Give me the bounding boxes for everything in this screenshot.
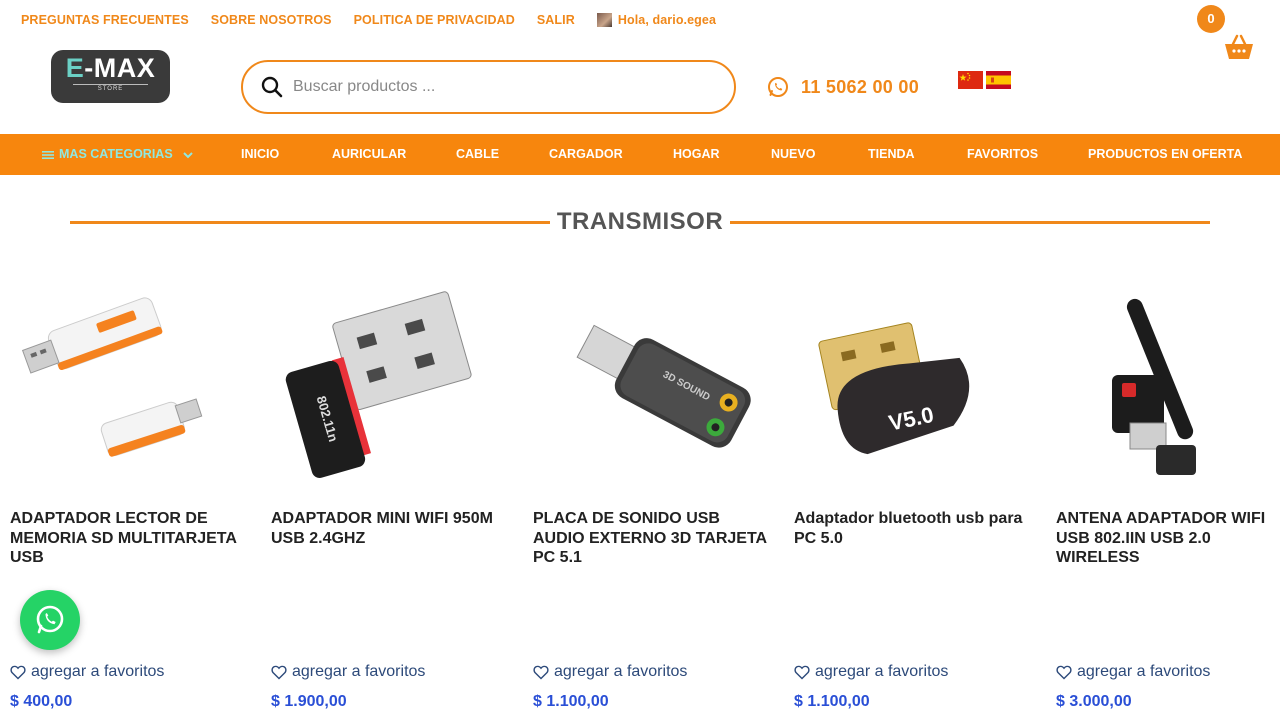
add-to-favorites-label: agregar a favoritos: [1077, 663, 1211, 680]
product-image[interactable]: [10, 285, 250, 485]
nav-item-cargador[interactable]: CARGADOR: [549, 134, 623, 175]
site-logo[interactable]: E-MAX STORE: [51, 50, 170, 103]
nav-item-favoritos[interactable]: FAVORITOS: [967, 134, 1038, 175]
product-price: $ 1.100,00: [533, 693, 609, 710]
nav-item-auricular[interactable]: AURICULAR: [332, 134, 406, 175]
nav-item-inicio[interactable]: INICIO: [241, 134, 279, 175]
product-price: $ 1.900,00: [271, 693, 347, 710]
nav-item-cable[interactable]: CABLE: [456, 134, 499, 175]
whatsapp-button[interactable]: [20, 590, 80, 650]
phone-contact[interactable]: 11 5062 00 00: [767, 76, 919, 98]
china-flag-icon[interactable]: [958, 71, 983, 89]
add-to-favorites-label: agregar a favoritos: [31, 663, 165, 680]
product-card[interactable]: ADAPTADOR LECTOR DE MEMORIA SD MULTITARJ…: [10, 285, 250, 720]
language-flags: [958, 71, 1011, 89]
product-name[interactable]: PLACA DE SONIDO USB AUDIO EXTERNO 3D TAR…: [533, 509, 773, 568]
heading-line-right: [730, 221, 1210, 224]
product-image[interactable]: 802.11n: [271, 285, 511, 485]
basket-icon[interactable]: [1222, 34, 1256, 62]
more-categories-menu[interactable]: MAS CATEGORIAS: [42, 134, 194, 175]
cart-count-badge[interactable]: 0: [1197, 5, 1225, 33]
top-links-bar: PREGUNTAS FRECUENTES SOBRE NOSOTROS POLI…: [0, 0, 1280, 40]
add-to-favorites[interactable]: agregar a favoritos: [10, 663, 164, 681]
avatar: [596, 13, 612, 27]
add-to-favorites[interactable]: agregar a favoritos: [1056, 663, 1210, 681]
faq-link[interactable]: PREGUNTAS FRECUENTES: [21, 13, 189, 27]
product-image[interactable]: 3D SOUND: [533, 285, 773, 485]
logo-brand: -MAX: [84, 53, 156, 83]
whatsapp-icon: [36, 605, 64, 634]
hamburger-icon: [42, 150, 54, 159]
heart-icon: [533, 665, 549, 679]
add-to-favorites[interactable]: agregar a favoritos: [794, 663, 948, 681]
about-link[interactable]: SOBRE NOSOTROS: [211, 13, 332, 27]
product-card[interactable]: 3D SOUND PLACA DE SONIDO USB AUDIO EXTER…: [533, 285, 773, 720]
product-name[interactable]: ADAPTADOR MINI WIFI 950M USB 2.4GHZ: [271, 509, 511, 548]
search-bar: [241, 60, 736, 114]
nav-item-nuevo[interactable]: NUEVO: [771, 134, 815, 175]
privacy-link[interactable]: POLITICA DE PRIVACIDAD: [354, 13, 515, 27]
account-link[interactable]: Hola, dario.egea: [596, 13, 717, 27]
phone-number: 11 5062 00 00: [801, 76, 920, 97]
product-price: $ 1.100,00: [794, 693, 870, 710]
product-name[interactable]: ANTENA ADAPTADOR WIFI USB 802.IIN USB 2.…: [1056, 509, 1280, 568]
product-name[interactable]: ADAPTADOR LECTOR DE MEMORIA SD MULTITARJ…: [10, 509, 250, 568]
product-card[interactable]: ANTENA ADAPTADOR WIFI USB 802.IIN USB 2.…: [1056, 285, 1280, 720]
product-image[interactable]: V5.0: [794, 285, 1034, 485]
add-to-favorites[interactable]: agregar a favoritos: [533, 663, 687, 681]
product-card[interactable]: 802.11n ADAPTADOR MINI WIFI 950M USB 2.4…: [271, 285, 511, 720]
nav-item-tienda[interactable]: TIENDA: [868, 134, 915, 175]
add-to-favorites[interactable]: agregar a favoritos: [271, 663, 425, 681]
product-name[interactable]: Adaptador bluetooth usb para PC 5.0: [794, 509, 1034, 548]
nav-item-productos-en-oferta[interactable]: PRODUCTOS EN OFERTA: [1088, 134, 1242, 175]
whatsapp-outline-icon: [768, 77, 788, 97]
heart-icon: [794, 665, 810, 679]
add-to-favorites-label: agregar a favoritos: [554, 663, 688, 680]
more-categories-label: MAS CATEGORIAS: [59, 147, 173, 161]
logo-letter-e: E: [65, 53, 85, 83]
search-input[interactable]: [293, 78, 713, 96]
main-nav: MAS CATEGORIAS INICIO AURICULAR CABLE CA…: [0, 134, 1280, 175]
logo-subtitle: STORE: [73, 84, 148, 94]
product-price: $ 400,00: [10, 693, 73, 710]
product-price: $ 3.000,00: [1056, 693, 1132, 710]
heart-icon: [10, 665, 26, 679]
spain-flag-icon[interactable]: [986, 71, 1011, 89]
logout-link[interactable]: SALIR: [537, 13, 575, 27]
add-to-favorites-label: agregar a favoritos: [292, 663, 426, 680]
search-icon[interactable]: [261, 76, 283, 98]
product-image[interactable]: [1056, 285, 1280, 485]
greeting-text: Hola, dario.egea: [617, 13, 717, 27]
section-heading: TRANSMISOR: [70, 205, 1210, 239]
product-card[interactable]: V5.0 Adaptador bluetooth usb para PC 5.0…: [794, 285, 1034, 720]
heart-icon: [1056, 665, 1072, 679]
nav-item-hogar[interactable]: HOGAR: [673, 134, 720, 175]
heart-icon: [271, 665, 287, 679]
chevron-down-icon: [182, 151, 193, 158]
add-to-favorites-label: agregar a favoritos: [815, 663, 949, 680]
